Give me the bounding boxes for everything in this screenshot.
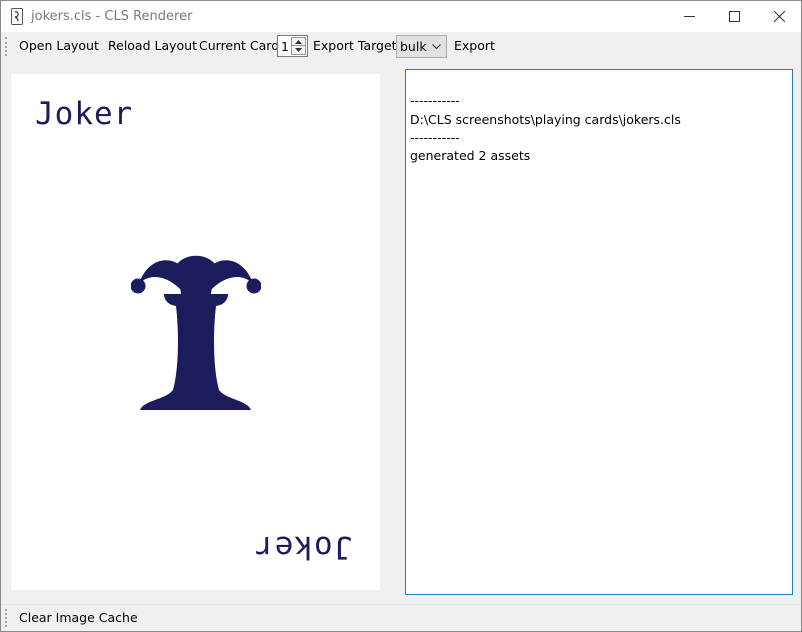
spin-buttons xyxy=(291,37,306,55)
log-line: D:\CLS screenshots\playing cards\jokers.… xyxy=(410,112,681,127)
close-icon xyxy=(773,11,785,22)
open-layout-button[interactable]: Open Layout xyxy=(19,38,99,53)
arrow-down-icon xyxy=(295,48,302,52)
maximize-button[interactable] xyxy=(711,1,757,32)
export-target-label: Export Target xyxy=(313,38,397,53)
chevron-down-icon xyxy=(432,44,441,50)
card-label-bottom: Joker xyxy=(254,529,353,565)
export-button[interactable]: Export xyxy=(454,38,495,53)
log-output[interactable]: ----------- D:\CLS screenshots\playing c… xyxy=(405,69,793,595)
arrow-up-icon xyxy=(295,39,302,44)
current-card-label: Current Card xyxy=(199,38,280,53)
export-target-select[interactable]: bulk xyxy=(396,35,447,58)
app-icon xyxy=(10,8,24,25)
close-button[interactable] xyxy=(756,1,802,32)
minimize-icon xyxy=(683,16,695,17)
toolbar-grip-icon[interactable] xyxy=(5,37,8,56)
title-bar[interactable]: jokers.cls - CLS Renderer xyxy=(1,1,801,32)
spin-up-button[interactable] xyxy=(292,38,305,46)
log-line: ----------- xyxy=(410,130,460,145)
card-label-top: Joker xyxy=(35,96,134,132)
log-line: generated 2 assets xyxy=(410,148,531,163)
export-target-value: bulk xyxy=(400,39,427,54)
bottom-toolbar: Clear Image Cache xyxy=(1,604,801,631)
current-card-value[interactable]: 1 xyxy=(281,39,289,54)
reload-layout-button[interactable]: Reload Layout xyxy=(108,38,197,53)
window-title: jokers.cls - CLS Renderer xyxy=(31,9,193,24)
card-preview: Joker Joker xyxy=(11,74,380,590)
spin-down-button[interactable] xyxy=(292,46,305,54)
clear-image-cache-button[interactable]: Clear Image Cache xyxy=(19,610,138,625)
jester-hat-icon xyxy=(131,255,261,410)
maximize-icon xyxy=(728,11,740,22)
log-line: ----------- xyxy=(410,93,460,108)
current-card-spinbox[interactable]: 1 xyxy=(277,35,308,57)
toolbar-grip-icon[interactable] xyxy=(5,609,8,627)
toolbar: Open Layout Reload Layout Current Card 1… xyxy=(1,32,801,61)
app-window: jokers.cls - CLS Renderer Open Layout Re… xyxy=(0,0,802,632)
minimize-button[interactable] xyxy=(666,1,712,32)
